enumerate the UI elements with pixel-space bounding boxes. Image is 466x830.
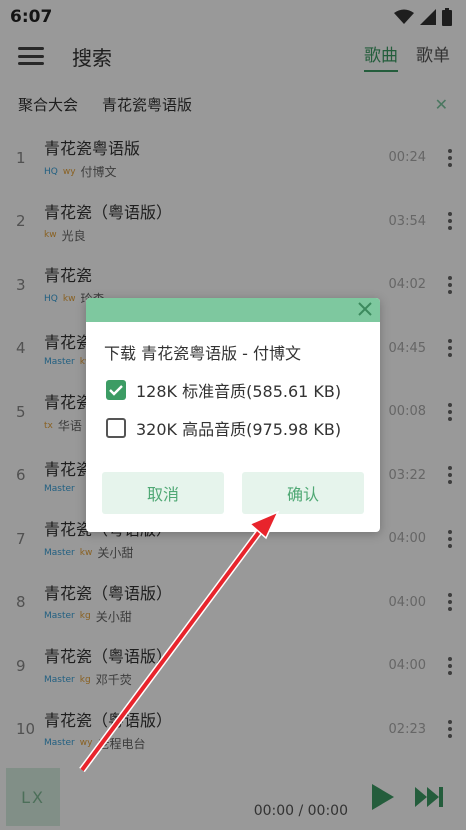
checkbox-checked[interactable] <box>106 380 126 400</box>
cancel-button[interactable]: 取消 <box>102 472 224 514</box>
confirm-button[interactable]: 确认 <box>242 472 364 514</box>
dialog-title: 下载 青花瓷粤语版 - 付博文 <box>104 344 302 363</box>
checkbox-unchecked[interactable] <box>106 418 126 438</box>
download-dialog: 下载 青花瓷粤语版 - 付博文 128K 标准音质(585.61 KB) 320… <box>86 298 380 532</box>
check-icon <box>109 385 123 396</box>
dialog-header <box>86 298 380 322</box>
quality-option-320k[interactable]: 320K 高品音质(975.98 KB) <box>106 416 380 440</box>
close-icon[interactable] <box>356 300 374 318</box>
quality-label: 320K 高品音质(975.98 KB) <box>136 420 342 439</box>
quality-option-128k[interactable]: 128K 标准音质(585.61 KB) <box>106 378 380 402</box>
quality-label: 128K 标准音质(585.61 KB) <box>136 382 342 401</box>
